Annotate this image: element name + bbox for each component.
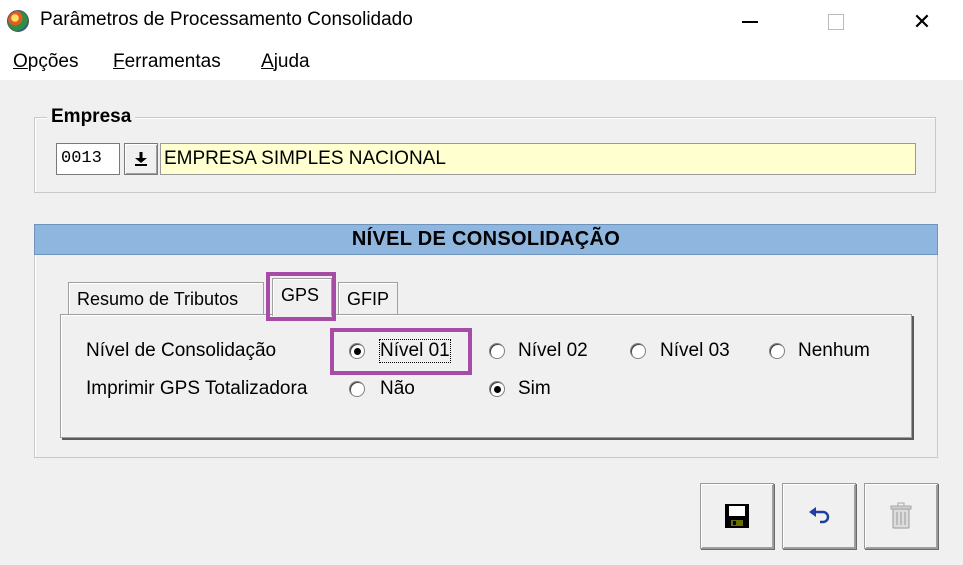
tab-resumo-tributos[interactable]: Resumo de Tributos [68, 282, 264, 316]
gps-tab-page [60, 314, 912, 438]
radio-nivel-02[interactable] [489, 343, 505, 359]
app-logo-icon [7, 10, 29, 32]
menu-bar: Opções Ferramentas Ajuda [0, 44, 963, 80]
delete-icon [890, 502, 912, 529]
tab-gps[interactable]: GPS [272, 278, 332, 316]
undo-button[interactable] [782, 483, 856, 549]
tab-gfip[interactable]: GFIP [338, 282, 398, 316]
tab-label: Resumo de Tributos [77, 289, 239, 309]
radio-sim-label[interactable]: Sim [518, 378, 551, 400]
empresa-code-input[interactable]: 0013 [56, 143, 120, 175]
empresa-name-field[interactable]: EMPRESA SIMPLES NACIONAL [160, 143, 916, 175]
radio-nivel-03-label[interactable]: Nível 03 [660, 340, 730, 362]
title-bar: Parâmetros de Processamento Consolidado … [0, 0, 963, 44]
radio-nenhum[interactable] [769, 343, 785, 359]
window-title: Parâmetros de Processamento Consolidado [40, 9, 413, 30]
save-button[interactable] [700, 483, 774, 549]
close-button[interactable]: ✕ [892, 0, 952, 44]
radio-nivel-01[interactable] [349, 343, 365, 359]
radio-nao-label[interactable]: Não [380, 378, 415, 400]
menu-ferramentas[interactable]: Ferramentas [113, 51, 221, 73]
maximize-icon [828, 14, 844, 30]
close-icon: ✕ [912, 9, 932, 34]
tab-label: GFIP [347, 289, 390, 309]
save-icon [725, 504, 749, 528]
empresa-lookup-button[interactable] [124, 143, 158, 175]
radio-nivel-01-label[interactable]: Nível 01 [379, 339, 451, 363]
menu-accel: A [261, 51, 274, 72]
menu-label: erramentas [124, 51, 221, 72]
menu-ajuda[interactable]: Ajuda [261, 51, 310, 73]
radio-nao[interactable] [349, 381, 365, 397]
maximize-button [806, 0, 866, 44]
minimize-button[interactable] [720, 0, 780, 44]
menu-label: juda [273, 51, 310, 72]
delete-button [864, 483, 938, 549]
minimize-icon [742, 21, 758, 23]
download-arrow-icon [135, 152, 147, 166]
menu-label: pções [27, 51, 79, 72]
menu-opcoes[interactable]: Opções [13, 51, 78, 73]
menu-accel: F [113, 51, 125, 72]
imprimir-gps-label: Imprimir GPS Totalizadora [86, 378, 308, 399]
empresa-legend: Empresa [47, 106, 136, 128]
radio-nenhum-label[interactable]: Nenhum [798, 340, 870, 362]
undo-icon [809, 507, 830, 524]
panel-header: NÍVEL DE CONSOLIDAÇÃO [34, 224, 938, 255]
nivel-consolidacao-label: Nível de Consolidação [86, 340, 277, 361]
radio-nivel-02-label[interactable]: Nível 02 [518, 340, 588, 362]
radio-sim[interactable] [489, 381, 505, 397]
tab-label: GPS [281, 285, 320, 305]
menu-accel: O [13, 51, 28, 72]
radio-nivel-03[interactable] [630, 343, 646, 359]
